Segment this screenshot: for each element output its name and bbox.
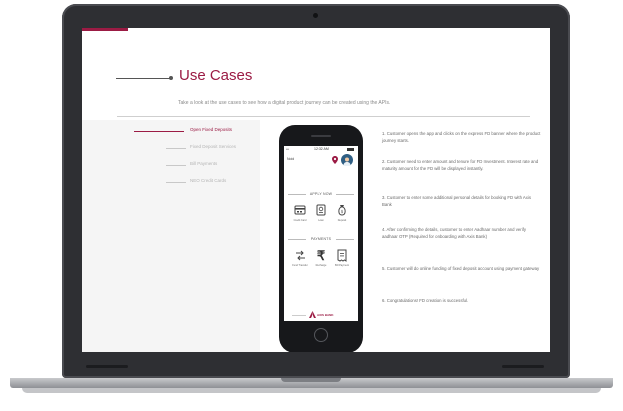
tile-label: Bill Payment	[335, 264, 349, 267]
section-divider	[117, 116, 530, 117]
step-item: 4. After confirming the details, custome…	[382, 227, 527, 239]
phone-screen: ••• 12:32 AM Noid APPLY NOW Credit Card …	[284, 146, 358, 321]
nav-line	[166, 165, 186, 166]
avatar[interactable]	[341, 154, 353, 166]
speaker-grille-right	[502, 365, 544, 368]
user-icon	[343, 157, 351, 166]
nav-line	[166, 148, 186, 149]
phone-home-button	[314, 328, 328, 342]
nav-item-label: Bill Payments	[190, 161, 218, 166]
title-rule	[116, 78, 170, 79]
step-item: 2. Customer need to enter amount and ten…	[382, 159, 539, 171]
axis-bank-logo-icon	[309, 311, 316, 318]
deposit-icon: $	[338, 205, 346, 216]
rupee-icon: ₹	[316, 248, 326, 263]
svg-text:$: $	[341, 209, 344, 214]
page-subtitle: Take a look at the use cases to see how …	[178, 100, 391, 106]
tile-recharge[interactable]: ₹ Recharge	[311, 249, 331, 271]
tile-label: Deposit	[337, 219, 347, 222]
bill-payment-icon	[337, 249, 347, 262]
tile-credit-card[interactable]: Credit Card	[290, 204, 310, 226]
title-dot	[169, 76, 173, 80]
laptop-lid: Use Cases Take a look at the use cases t…	[62, 4, 570, 378]
nav-item-label: Fixed Deposit Services	[190, 144, 237, 149]
nav-line	[134, 131, 184, 132]
bank-brand: AXIS BANK	[284, 310, 358, 320]
tile-fund-transfer[interactable]: Fund Transfer	[290, 249, 310, 271]
page-title: Use Cases	[179, 67, 253, 84]
step-item: 1. Customer opens the app and clicks on …	[382, 131, 541, 143]
fund-transfer-icon	[295, 250, 305, 261]
tile-bill-payment[interactable]: Bill Payment	[332, 249, 352, 271]
brand-rule	[292, 315, 306, 316]
phone-speaker	[311, 135, 331, 137]
tile-deposit[interactable]: $ Deposit	[332, 204, 352, 226]
nav-item-fixed-deposit-services[interactable]: Fixed Deposit Services	[82, 143, 260, 155]
map-pin-icon	[332, 156, 338, 164]
phone-mockup: ••• 12:32 AM Noid APPLY NOW Credit Card …	[279, 125, 363, 352]
step-item: 6. Congratulations! FD creation is succe…	[382, 298, 469, 303]
bank-name: AXIS BANK	[317, 313, 334, 317]
webcam-icon	[313, 13, 318, 18]
laptop-screen: Use Cases Take a look at the use cases t…	[82, 28, 550, 352]
status-time: 12:32 AM	[314, 147, 329, 151]
battery-icon	[347, 148, 354, 151]
location-label: Noid	[287, 157, 295, 161]
step-item: 3. Customer to enter some additional per…	[382, 195, 532, 207]
nav-line	[166, 182, 186, 183]
loan-icon	[316, 204, 326, 216]
header-accent-bar	[82, 28, 128, 31]
step-item: 5. Customer will do online funding of fi…	[382, 266, 540, 271]
laptop-base	[10, 378, 613, 388]
lid-opening-notch	[281, 378, 341, 382]
speaker-grille-left	[86, 365, 128, 368]
signal-icon: •••	[286, 147, 290, 151]
apply-now-heading: APPLY NOW	[284, 192, 358, 196]
phone-status-bar: ••• 12:32 AM	[284, 147, 358, 153]
nav-item-bill-payments[interactable]: Bill Payments	[82, 160, 260, 172]
tile-loan[interactable]: Loan	[311, 204, 331, 226]
nav-item-neo-credit-cards[interactable]: NEO Credit Cards	[82, 177, 260, 189]
payments-heading: PAYMENTS	[284, 237, 358, 241]
use-case-nav: Open Fixed Deposits Fixed Deposit Servic…	[82, 120, 260, 352]
credit-card-icon	[294, 205, 306, 215]
nav-item-open-fixed-deposits[interactable]: Open Fixed Deposits	[82, 126, 260, 138]
nav-item-label: NEO Credit Cards	[190, 178, 227, 183]
laptop-foot	[22, 388, 601, 393]
nav-item-label: Open Fixed Deposits	[190, 127, 233, 132]
